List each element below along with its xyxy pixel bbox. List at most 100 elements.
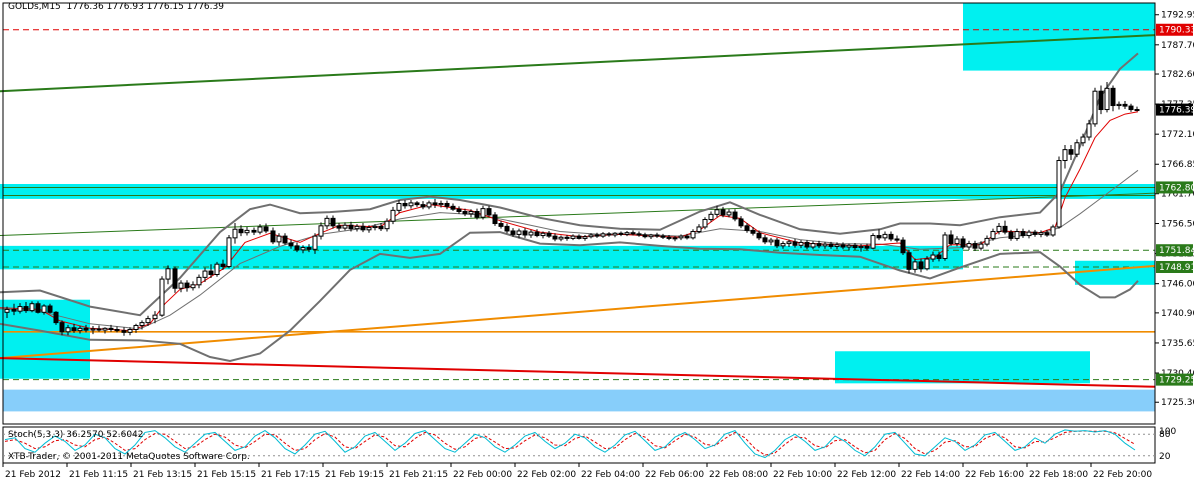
candle-body (263, 226, 269, 232)
candle-body (251, 229, 257, 233)
trendline (0, 192, 1156, 237)
candle-body (1086, 123, 1092, 138)
symbol-header: GOLDs,M15 1776.36 1776.93 1776.15 1776.3… (8, 2, 224, 12)
candle-body (462, 210, 468, 215)
candle-body (330, 217, 336, 227)
x-tick-label: 22 Feb 08:00 (709, 470, 768, 480)
candle-body (780, 243, 786, 247)
stoch-values: 36.2570 52.6042 (66, 430, 144, 440)
candle-body (178, 282, 184, 289)
x-tick-label: 22 Feb 14:00 (901, 470, 960, 480)
candle-body (732, 211, 738, 220)
candle-body (4, 308, 10, 313)
candle-body (996, 225, 1002, 233)
candle-body (65, 327, 71, 333)
candle-body (127, 328, 133, 333)
candle-body (354, 225, 360, 230)
candle-body (816, 243, 822, 247)
candle-body (232, 228, 238, 239)
candle-body (414, 202, 420, 206)
y-tick-label: 1740.90 (1161, 309, 1194, 319)
candle-body (294, 245, 300, 251)
candle-body (372, 225, 378, 229)
candle-body (306, 247, 312, 250)
candle-body (810, 243, 816, 248)
candle-body (942, 234, 948, 259)
candle-body (102, 327, 108, 331)
candle-body (516, 230, 522, 235)
candle-body (594, 234, 600, 237)
x-tick-label: 21 Feb 11:15 (69, 470, 128, 480)
candle-body (888, 233, 894, 240)
candle-body (966, 243, 972, 248)
zone-rect (835, 351, 1090, 384)
candle-body (924, 258, 930, 270)
candle-body (504, 225, 510, 232)
candle-body (720, 209, 726, 216)
candle-body (822, 243, 828, 247)
candle-body (360, 225, 366, 231)
candle-body (756, 232, 762, 239)
x-tick-label: 22 Feb 02:00 (517, 470, 576, 480)
candle-body (450, 205, 456, 210)
candle-body (528, 231, 534, 236)
candle-body (17, 306, 23, 312)
stoch-tick-label: 80 (1159, 430, 1171, 440)
candle-body (870, 235, 876, 249)
candle-body (108, 327, 114, 330)
y-tick-label: 1766.85 (1161, 160, 1194, 170)
price-label-text: 1751.84 (1159, 246, 1194, 256)
candle-body (480, 208, 486, 218)
candle-body (1068, 149, 1074, 155)
candle-body (29, 303, 35, 312)
price-label-text: 1748.91 (1159, 263, 1194, 273)
candle-body (226, 237, 232, 267)
x-tick-label: 22 Feb 10:00 (773, 470, 832, 480)
candle-body (1014, 231, 1020, 239)
candle-body (114, 328, 120, 332)
candle-body (35, 303, 41, 313)
candle-body (324, 217, 330, 227)
moving-average-line (0, 111, 1139, 332)
candle-body (702, 219, 708, 228)
price-label-text: 1790.33 (1159, 26, 1194, 36)
candle-body (948, 234, 954, 245)
candle-body (1002, 225, 1008, 233)
candle-body (930, 254, 936, 260)
candle-body (366, 227, 372, 231)
candle-body (202, 270, 208, 278)
candle-body (612, 232, 618, 236)
x-tick-label: 21 Feb 19:15 (325, 470, 384, 480)
candle-body (300, 247, 306, 251)
candle-body (672, 237, 678, 240)
candle-body (906, 252, 912, 270)
candle-body (1110, 87, 1116, 107)
candle-body (486, 208, 492, 216)
candle-body (1098, 90, 1104, 111)
candle-body (378, 225, 384, 230)
candle-body (41, 305, 47, 313)
stoch-tick-label: 20 (1159, 452, 1171, 462)
x-tick-label: 22 Feb 04:00 (581, 470, 640, 480)
candle-body (918, 261, 924, 270)
candle-body (11, 308, 17, 312)
candle-body (492, 214, 498, 225)
x-tick-label: 22 Feb 00:00 (453, 470, 512, 480)
candle-body (546, 232, 552, 237)
candle-body (208, 270, 214, 276)
candle-body (798, 241, 804, 246)
candle-body (858, 245, 864, 249)
y-tick-label: 1725.30 (1161, 398, 1194, 408)
candle-body (77, 327, 83, 332)
candle-body (159, 278, 165, 316)
candle-body (726, 211, 732, 216)
candle-body (660, 235, 666, 238)
candle-body (288, 242, 294, 247)
candle-body (1080, 136, 1086, 144)
candle-body (396, 202, 402, 211)
candle-body (498, 223, 504, 227)
stoch-label: Stoch(5,3,3) (8, 430, 64, 440)
candle-body (1062, 149, 1068, 162)
candle-body (564, 236, 570, 239)
candle-body (190, 284, 196, 289)
